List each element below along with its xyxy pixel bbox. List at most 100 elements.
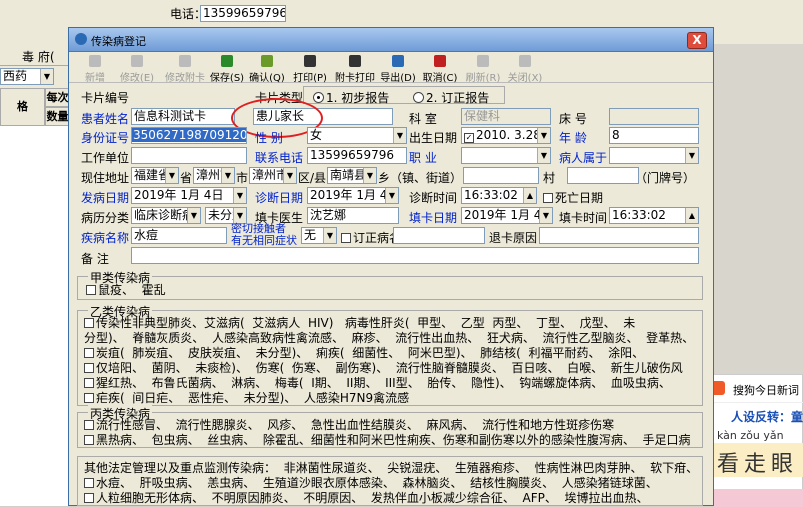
- cancel-icon: [434, 55, 446, 67]
- patient-name-input[interactable]: 信息科测试卡: [131, 108, 235, 125]
- chevron-down-icon: ▼: [283, 168, 296, 183]
- dept-input[interactable]: 保健科: [461, 108, 551, 125]
- chevron-down-icon: ▼: [40, 69, 53, 84]
- bg-grid-header: 格: [0, 88, 45, 126]
- bg-dropdown[interactable]: 西药 ▼: [0, 68, 54, 85]
- report-corrected-radio[interactable]: 2. 订正报告: [413, 89, 489, 106]
- dialog-title: 传染病登记: [91, 35, 146, 48]
- other-line[interactable]: 人粒细胞无形体病、 不明原因肺炎、 不明原因、 发热伴血小板减少综合征、 AFP…: [84, 491, 649, 506]
- ad-popup[interactable]: 搜狗今日新词 人设反转：童 kàn zǒu yǎn 看走眼: [706, 374, 803, 507]
- chevron-down-icon: ▼: [233, 188, 246, 203]
- class-b-group: 乙类传染病 传染性非典型肺炎、艾滋病( 艾滋病人 HIV) 病毒性肝炎( 甲型、…: [77, 303, 703, 406]
- county-select[interactable]: 漳州市 ▼: [249, 167, 297, 184]
- job-label: 职 业: [409, 151, 437, 165]
- gender-select[interactable]: 女 ▼: [307, 127, 407, 144]
- chevron-down-icon: ▼: [393, 128, 406, 143]
- phone-input[interactable]: 13599659796: [307, 147, 407, 164]
- bed-input[interactable]: [609, 108, 699, 125]
- export-button[interactable]: 导出(D): [379, 54, 417, 84]
- refresh-icon: [477, 55, 489, 67]
- class-a-items[interactable]: 鼠疫、 霍乱: [86, 283, 166, 298]
- dept-label: 科 室: [409, 112, 437, 126]
- doctor-input[interactable]: 沈艺娜: [307, 207, 399, 224]
- province-select[interactable]: 福建省 ▼: [131, 167, 179, 184]
- app-icon: [75, 33, 87, 45]
- house-input[interactable]: [567, 167, 639, 184]
- chevron-down-icon: ▼: [323, 228, 336, 243]
- remark-input[interactable]: [131, 247, 699, 264]
- diag-date-input[interactable]: 2019年 1月 4 ▼: [307, 187, 399, 204]
- class-b-line[interactable]: 传染性非典型肺炎、艾滋病( 艾滋病人 HIV) 病毒性肝炎( 甲型、 乙型 丙型…: [84, 316, 635, 331]
- return-input[interactable]: [539, 227, 699, 244]
- ad-headline[interactable]: 人设反转：童: [731, 408, 803, 425]
- fill-time-input[interactable]: 16:33:02 ▲: [609, 207, 699, 224]
- diag-date-label: 诊断日期: [255, 191, 304, 205]
- checkbox-checked-icon[interactable]: ✓: [464, 133, 474, 143]
- cancel-button[interactable]: 取消(C): [421, 54, 459, 84]
- report-initial-radio[interactable]: 1. 初步报告: [313, 89, 389, 106]
- dialog-titlebar[interactable]: 传染病登记 X: [69, 28, 713, 52]
- bg-grid-header: 数量: [45, 107, 70, 126]
- class-b-line[interactable]: 分型)、 脊髓灰质炎、 人感染高致病性禽流感、 麻疹、 流行性出血热、 狂犬病、…: [84, 331, 694, 346]
- patient-name-label: 患者姓名: [81, 112, 130, 126]
- onset-date-input[interactable]: 2019年 1月 4日 ▼: [131, 187, 247, 204]
- save-button[interactable]: 保存(S): [209, 54, 245, 84]
- age-input[interactable]: 8: [609, 127, 699, 144]
- class-c-line[interactable]: 流行性感冒、 流行性腮腺炎、 风疹、 急性出血性结膜炎、 麻风病、 流行性和地方…: [84, 418, 614, 433]
- dob-input[interactable]: ✓ 2010. 3.28 ▼: [461, 127, 551, 144]
- disease-input[interactable]: 水痘: [131, 227, 227, 244]
- card-no-label: 卡片编号: [81, 91, 130, 105]
- refresh-button[interactable]: 刷新(R): [463, 54, 503, 84]
- class-b-line[interactable]: 炭疽( 肺炭疽、 皮肤炭疽、 未分型)、 痢疾( 细菌性、 阿米巴型)、 肺结核…: [84, 346, 644, 361]
- case-class-select[interactable]: 临床诊断病 ▼: [131, 207, 201, 224]
- bg-col-header: 毒 府(: [0, 44, 70, 66]
- other-line[interactable]: 其他法定管理以及重点监测传染病： 非淋菌性尿道炎、 尖锐湿疣、 生殖器疱疹、 性…: [84, 461, 698, 476]
- close-button[interactable]: X: [687, 32, 707, 49]
- printer-icon: [304, 55, 316, 67]
- contact-select[interactable]: 无 ▼: [301, 227, 337, 244]
- close-toolbar-button[interactable]: 关闭(X): [505, 54, 545, 84]
- patient-type-select[interactable]: ▼: [609, 147, 699, 164]
- infectious-disease-dialog: 传染病登记 X 新增 修改(E) 修改附卡 保存(S) 确认(Q) 打印(P) …: [68, 27, 714, 506]
- chevron-down-icon: ▼: [221, 168, 234, 183]
- id-input[interactable]: 350627198709120517: [132, 128, 246, 142]
- close-icon: [519, 55, 531, 67]
- bg-grid-header: 每次: [45, 88, 70, 107]
- revised-input[interactable]: [393, 227, 485, 244]
- class-b-line[interactable]: 仅培阳、 菌阴、 未痰检)、 伤寒( 伤寒、 副伤寒)、 流行性脑脊髓膜炎、 百…: [84, 361, 683, 376]
- edit-button[interactable]: 修改(E): [117, 54, 157, 84]
- chevron-down-icon: ▼: [539, 208, 552, 223]
- id-label: 身份证号: [81, 131, 130, 145]
- edit-attachment-icon: [179, 55, 191, 67]
- onset-label: 发病日期: [81, 191, 130, 205]
- job-select[interactable]: ▼: [461, 147, 551, 164]
- revised-label[interactable]: 订正病名: [341, 229, 401, 246]
- bed-label: 床 号: [559, 112, 587, 126]
- print-attachment-button[interactable]: 附卡打印: [333, 54, 377, 84]
- class-b-line[interactable]: 疟疾( 间日疟、 恶性疟、 未分型)、 人感染H7N9禽流感: [84, 391, 409, 406]
- ad-title: 搜狗今日新词: [733, 384, 799, 397]
- chevron-down-icon: ▼: [233, 208, 246, 223]
- work-input[interactable]: [131, 147, 247, 164]
- confirm-button[interactable]: 确认(Q): [249, 54, 285, 84]
- class-b-line[interactable]: 猩红热、 布鲁氏菌病、 淋病、 梅毒( I期、 II期、 III型、 胎传、 隐…: [84, 376, 671, 391]
- radio-checked-icon: [313, 92, 324, 103]
- edit-icon: [131, 55, 143, 67]
- case-class-label: 病历分类: [81, 211, 130, 225]
- new-button[interactable]: 新增: [75, 54, 115, 84]
- class-c-line[interactable]: 黑热病、 包虫病、 丝虫病、 除霍乱、细菌性和阿米巴性痢疾、伤寒和副伤寒以外的感…: [84, 433, 691, 448]
- gender-label: 性 别: [255, 131, 283, 145]
- fill-date-input[interactable]: 2019年 1月 4 ▼: [461, 207, 553, 224]
- printer-icon: [349, 55, 361, 67]
- diag-time-input[interactable]: 16:33:02 ▲: [461, 187, 537, 204]
- bg-right-panel: [712, 44, 803, 374]
- other-line[interactable]: 水痘、 肝吸虫病、 恙虫病、 生殖道沙眼衣原体感染、 森林脑炎、 结核性胸膜炎、…: [84, 476, 658, 491]
- death-date-checkbox[interactable]: 死亡日期: [543, 189, 603, 206]
- village-input[interactable]: [463, 167, 539, 184]
- city-select[interactable]: 漳州市 ▼: [193, 167, 235, 184]
- bg-phone-field[interactable]: 13599659796: [200, 5, 286, 22]
- print-button[interactable]: 打印(P): [291, 54, 329, 84]
- town-select[interactable]: 南靖县 ▼: [327, 167, 377, 184]
- edit-attachment-button[interactable]: 修改附卡: [161, 54, 209, 84]
- chevron-down-icon: ▼: [363, 168, 376, 183]
